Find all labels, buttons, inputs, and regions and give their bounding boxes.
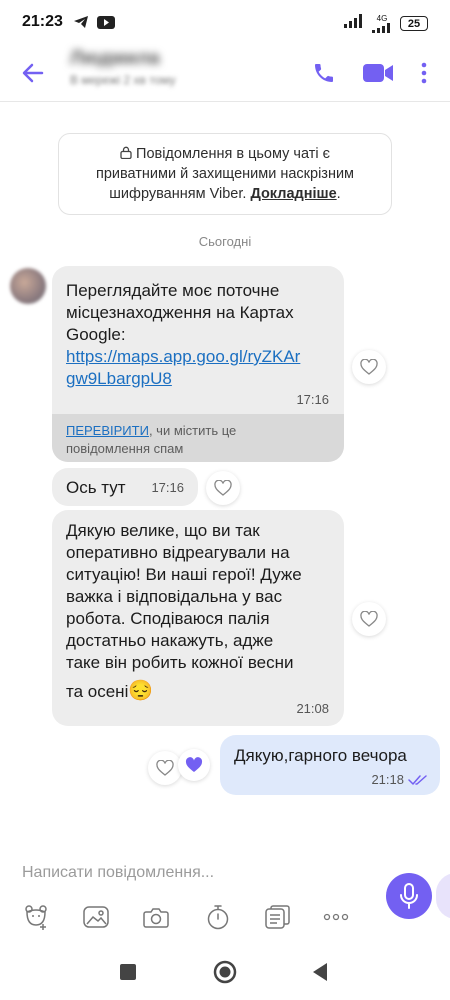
- message-line: Google:: [66, 325, 126, 344]
- contact-name: Людмила: [70, 48, 160, 69]
- message-line: достатньо накажуть, адже: [66, 631, 274, 650]
- maps-link[interactable]: https://maps.app.goo.gl/ryZKAr: [66, 346, 300, 368]
- call-button[interactable]: [308, 57, 340, 89]
- signal-icon: [344, 14, 364, 33]
- message-input[interactable]: Написати повідомлення...: [22, 864, 214, 882]
- back-nav-button[interactable]: [306, 958, 334, 986]
- microphone-icon: [400, 883, 418, 909]
- sticker-bear-icon: [25, 905, 47, 930]
- encryption-text-3-end: .: [336, 186, 341, 202]
- voice-message-button[interactable]: [386, 873, 432, 919]
- message-line: робота. Сподіваюся палія: [66, 609, 270, 628]
- signal-4g-icon: 4G: [372, 13, 392, 33]
- encryption-notice: Повідомлення в цьому чаті є приватними й…: [58, 133, 392, 215]
- encryption-line-2: приватними й захищеними наскрізним: [95, 166, 355, 182]
- learn-more-link[interactable]: Докладніше: [250, 186, 336, 202]
- battery-icon: 25: [400, 16, 428, 31]
- back-button[interactable]: [18, 58, 48, 88]
- contact-avatar[interactable]: [10, 268, 46, 304]
- maps-link[interactable]: gw9LbargpU8: [66, 368, 300, 390]
- telegram-notification-icon: [73, 15, 89, 29]
- message-line: оперативно відреагували на: [66, 543, 290, 562]
- side-panel-handle[interactable]: [436, 873, 450, 919]
- heart-outline-icon: [214, 480, 232, 496]
- like-button[interactable]: [206, 471, 240, 505]
- message-time: 17:16: [296, 392, 329, 407]
- circle-icon: [213, 960, 237, 984]
- battery-level: 25: [407, 17, 421, 30]
- encryption-line-3: шифруванням Viber. Докладніше.: [59, 184, 391, 204]
- message-time: 17:16: [151, 480, 184, 495]
- home-nav-button[interactable]: [211, 958, 239, 986]
- chat-header: Людмила В мережі 2 хв тому: [0, 44, 450, 102]
- lock-icon: [120, 146, 132, 160]
- message-line: Переглядайте моє поточне: [66, 281, 280, 300]
- notes-icon: [265, 905, 290, 929]
- double-check-icon: [408, 774, 427, 785]
- spam-check-link[interactable]: ПЕРЕВІРИТИ: [66, 423, 149, 438]
- youtube-notification-icon: [96, 15, 115, 29]
- pensive-face-emoji: 😔: [128, 680, 154, 702]
- camera-button[interactable]: [142, 903, 170, 931]
- message-text: Дякую велике, що ви так оперативно відре…: [66, 520, 302, 703]
- more-horizontal-icon: [323, 913, 349, 921]
- contact-status: В мережі 2 хв тому: [70, 73, 176, 87]
- date-separator: Сьогодні: [198, 234, 252, 249]
- message-line: ситуацію! Ви наші герої! Дуже: [66, 565, 302, 584]
- encryption-text-3: шифруванням Viber.: [109, 186, 251, 202]
- message-line: Дякую велике, що ви так: [66, 521, 260, 540]
- message-text: Дякую,гарного вечора: [234, 746, 407, 765]
- received-like-badge[interactable]: [178, 749, 210, 781]
- triangle-back-icon: [313, 963, 327, 981]
- like-button[interactable]: [352, 350, 386, 384]
- status-bar: 21:23 4G 25: [0, 0, 450, 44]
- sticker-button[interactable]: [22, 903, 50, 931]
- like-button[interactable]: [148, 751, 182, 785]
- spam-check-notice: ПЕРЕВІРИТИ, чи містить це повідомлення с…: [52, 414, 344, 462]
- heart-outline-icon: [360, 611, 378, 627]
- message-bubble-outgoing[interactable]: Дякую,гарного вечора 21:18: [220, 735, 440, 795]
- message-bubble-location[interactable]: Переглядайте моє поточне місцезнаходженн…: [52, 266, 344, 462]
- kebab-menu-icon: [421, 62, 427, 84]
- status-time: 21:23: [22, 13, 63, 30]
- message-line: важка і відповідальна у вас: [66, 587, 283, 606]
- message-line-text: та осені: [66, 682, 129, 701]
- message-meta: 21:18: [371, 772, 428, 787]
- more-options-button[interactable]: [412, 57, 436, 89]
- status-right: 4G 25: [344, 14, 428, 33]
- spam-check-text: , чи містить це: [148, 423, 237, 438]
- encryption-line-1: Повідомлення в цьому чаті є: [59, 144, 391, 164]
- camera-icon: [143, 908, 169, 928]
- heart-filled-icon: [185, 757, 203, 772]
- stopwatch-icon: [207, 905, 229, 930]
- phone-icon: [315, 64, 333, 82]
- message-bubble-long[interactable]: Дякую велике, що ви так оперативно відре…: [52, 510, 344, 726]
- message-line: та осені😔: [66, 680, 302, 703]
- video-call-button[interactable]: [362, 57, 394, 89]
- arrow-left-icon: [22, 63, 44, 83]
- timer-button[interactable]: [204, 903, 232, 931]
- video-camera-icon: [363, 64, 393, 82]
- encryption-text-1: Повідомлення в цьому чаті є: [136, 146, 330, 162]
- gallery-button[interactable]: [82, 903, 110, 931]
- image-icon: [83, 906, 109, 928]
- spam-check-text: повідомлення спам: [66, 441, 184, 456]
- contact-info[interactable]: Людмила В мережі 2 хв тому: [70, 48, 176, 87]
- network-type: 4G: [376, 13, 388, 23]
- more-attachments-button[interactable]: [322, 903, 350, 931]
- message-line: місцезнаходження на Картах: [66, 303, 294, 322]
- message-time: 21:18: [371, 772, 404, 787]
- recents-nav-button[interactable]: [114, 958, 142, 986]
- message-line: таке він робить кожної весни: [66, 653, 294, 672]
- message-text: Переглядайте моє поточне місцезнаходженн…: [66, 280, 300, 390]
- message-time: 21:08: [296, 701, 329, 716]
- message-text: Ось тут: [66, 478, 126, 497]
- document-button[interactable]: [264, 903, 292, 931]
- like-button[interactable]: [352, 602, 386, 636]
- square-icon: [120, 964, 136, 980]
- heart-outline-icon: [156, 760, 174, 776]
- message-bubble-short[interactable]: Ось тут 17:16: [52, 468, 198, 506]
- heart-outline-icon: [360, 359, 378, 375]
